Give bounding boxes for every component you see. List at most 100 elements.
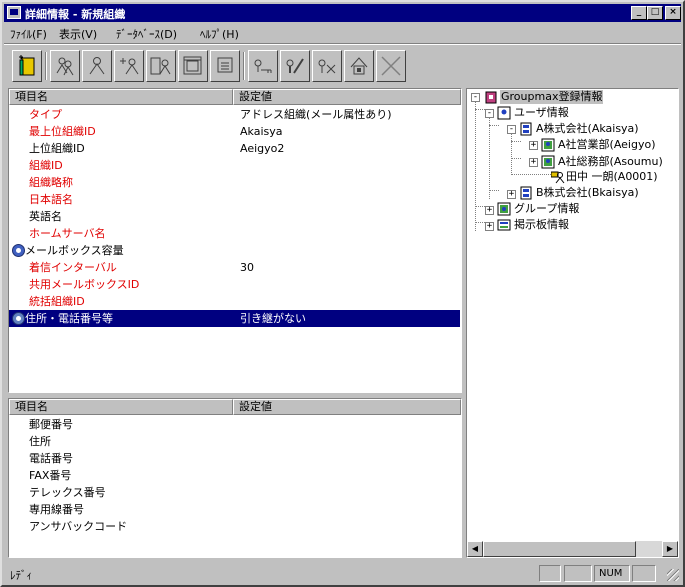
expand-toggle[interactable]: + (485, 222, 494, 231)
tree-line (475, 222, 485, 223)
tree-item-person[interactable]: 田中 一朗(A0001) (566, 170, 658, 184)
menu-bar: ﾌｧｲﾙ(F) 表示(V) ﾃﾞｰﾀﾍﾞｰｽ(D) ﾍﾙﾌﾟ(H) (4, 23, 681, 42)
expand-toggle[interactable]: + (485, 206, 494, 215)
table-row[interactable]: 着信インターバル 30 (9, 259, 460, 276)
tree-item-dept-sales[interactable]: A社営業部(Aeigyo) (558, 138, 656, 152)
row-value: Akaisya (240, 125, 283, 138)
tree-line (511, 158, 521, 159)
collapse-toggle[interactable]: - (485, 109, 494, 118)
tree-item-company-a[interactable]: A株式会社(Akaisya) (536, 122, 639, 136)
table-row[interactable]: 組織ID (9, 157, 460, 174)
close-button[interactable]: × (665, 6, 681, 20)
row-name: FAX番号 (29, 469, 72, 482)
tree-panel[interactable]: - Groupmax登録情報 - ユーザ情報 - A株式会社(Akaisya) … (466, 88, 679, 558)
row-name: 住所・電話番号等 (25, 312, 113, 325)
expand-toggle[interactable]: + (529, 141, 538, 150)
status-text: ﾚﾃﾞｨ (10, 569, 32, 582)
list-item[interactable]: FAX番号 (9, 467, 460, 484)
tree-line (475, 109, 485, 110)
scroll-left-button[interactable]: ◀ (467, 541, 483, 557)
list-item[interactable]: テレックス番号 (9, 484, 460, 501)
table-row-selected[interactable]: 住所・電話番号等 引き継がない (9, 310, 460, 327)
row-name: ホームサーバ名 (29, 227, 106, 240)
table-row[interactable]: 統括組織ID (9, 293, 460, 310)
tree-root[interactable]: Groupmax登録情報 (500, 90, 604, 104)
row-value: 引き継がない (240, 312, 306, 325)
attribute-list-panel[interactable]: 項目名 設定値 タイプ アドレス組織(メール属性あり) 最上位組織ID Akai… (8, 88, 462, 393)
person-icon (551, 171, 565, 184)
open-book-icon[interactable] (12, 50, 42, 82)
tree-item-group-info[interactable]: グループ情報 (514, 202, 579, 216)
column-header-name[interactable]: 項目名 (9, 89, 233, 105)
column-header-name[interactable]: 項目名 (9, 399, 233, 415)
resize-grip[interactable] (667, 569, 679, 581)
close-x-icon[interactable] (376, 50, 406, 82)
lock-icon[interactable] (344, 50, 374, 82)
list-item[interactable]: 電話番号 (9, 450, 460, 467)
list-item[interactable]: 専用線番号 (9, 501, 460, 518)
table-row[interactable]: 共用メールボックスID (9, 276, 460, 293)
list-item[interactable]: アンサバックコード (9, 518, 460, 535)
window-icon[interactable] (178, 50, 208, 82)
row-name: 着信インターバル (29, 261, 117, 274)
row-name: 組織略称 (29, 176, 73, 189)
window-alt-icon[interactable] (210, 50, 240, 82)
table-row[interactable]: 組織略称 (9, 174, 460, 191)
group-user-icon[interactable] (146, 50, 176, 82)
column-header-value[interactable]: 設定値 (233, 399, 461, 415)
tree-item-company-b[interactable]: B株式会社(Bkaisya) (536, 186, 639, 200)
table-row[interactable]: 上位組織ID Aeigyo2 (9, 140, 460, 157)
menu-database[interactable]: ﾃﾞｰﾀﾍﾞｰｽ(D) (116, 26, 177, 42)
row-value: Aeigyo2 (240, 142, 285, 155)
database-root-icon (485, 91, 497, 104)
menu-file[interactable]: ﾌｧｲﾙ(F) (10, 26, 47, 42)
scroll-right-button[interactable]: ▶ (662, 541, 678, 557)
title-bar[interactable]: 詳細情報 - 新規組織 _ □ × (4, 4, 681, 22)
list-item[interactable]: 住所 (9, 433, 460, 450)
collapse-toggle[interactable]: - (507, 125, 516, 134)
user-icon[interactable] (82, 50, 112, 82)
tree-line (511, 141, 521, 142)
table-row[interactable]: ホームサーバ名 (9, 225, 460, 242)
table-row[interactable]: 日本語名 (9, 191, 460, 208)
tree-item-board-info[interactable]: 掲示板情報 (514, 218, 569, 232)
delete-user-icon[interactable] (312, 50, 342, 82)
row-name: 組織ID (29, 159, 63, 172)
main-window: 詳細情報 - 新規組織 _ □ × ﾌｧｲﾙ(F) 表示(V) ﾃﾞｰﾀﾍﾞｰｽ… (0, 0, 685, 587)
toolbar-separator (243, 52, 245, 80)
list-item[interactable]: 郵便番号 (9, 416, 460, 433)
table-row[interactable]: タイプ アドレス組織(メール属性あり) (9, 106, 460, 123)
address-list-panel[interactable]: 項目名 設定値 郵便番号 住所 電話番号 FAX番号 テレックス番号 専用線番号… (8, 398, 462, 558)
minimize-button[interactable]: _ (631, 6, 647, 20)
tree-item-user-info[interactable]: ユーザ情報 (514, 106, 569, 120)
app-icon[interactable] (7, 6, 21, 19)
scroll-thumb[interactable] (483, 541, 636, 557)
expand-toggle[interactable]: + (507, 190, 516, 199)
maximize-button[interactable]: □ (647, 6, 663, 20)
row-name: 電話番号 (29, 452, 73, 465)
row-name: メールボックス容量 (25, 244, 124, 257)
department-icon (541, 138, 555, 152)
row-name: 共用メールボックスID (29, 278, 140, 291)
collapse-toggle[interactable]: - (471, 93, 480, 102)
magnify-icon[interactable] (12, 244, 25, 257)
users-icon[interactable] (50, 50, 80, 82)
table-row[interactable]: 英語名 (9, 208, 460, 225)
menu-view[interactable]: 表示(V) (59, 26, 97, 42)
menu-help[interactable]: ﾍﾙﾌﾟ(H) (200, 26, 239, 42)
expand-toggle[interactable]: + (529, 158, 538, 167)
add-user-icon[interactable] (114, 50, 144, 82)
tree-item-dept-general[interactable]: A社総務部(Asoumu) (558, 155, 663, 169)
tree-line (489, 125, 499, 126)
horizontal-scrollbar[interactable]: ◀ ▶ (467, 541, 678, 557)
column-header-value[interactable]: 設定値 (233, 89, 461, 105)
table-row[interactable]: メールボックス容量 (9, 242, 460, 259)
department-icon (541, 155, 555, 169)
edit-icon[interactable] (280, 50, 310, 82)
tree-line (475, 206, 485, 207)
globe-icon[interactable] (12, 312, 25, 325)
table-row[interactable]: 最上位組織ID Akaisya (9, 123, 460, 140)
menu-divider (4, 43, 681, 45)
status-bar: ﾚﾃﾞｨ NUM (4, 563, 681, 583)
key-icon[interactable] (248, 50, 278, 82)
